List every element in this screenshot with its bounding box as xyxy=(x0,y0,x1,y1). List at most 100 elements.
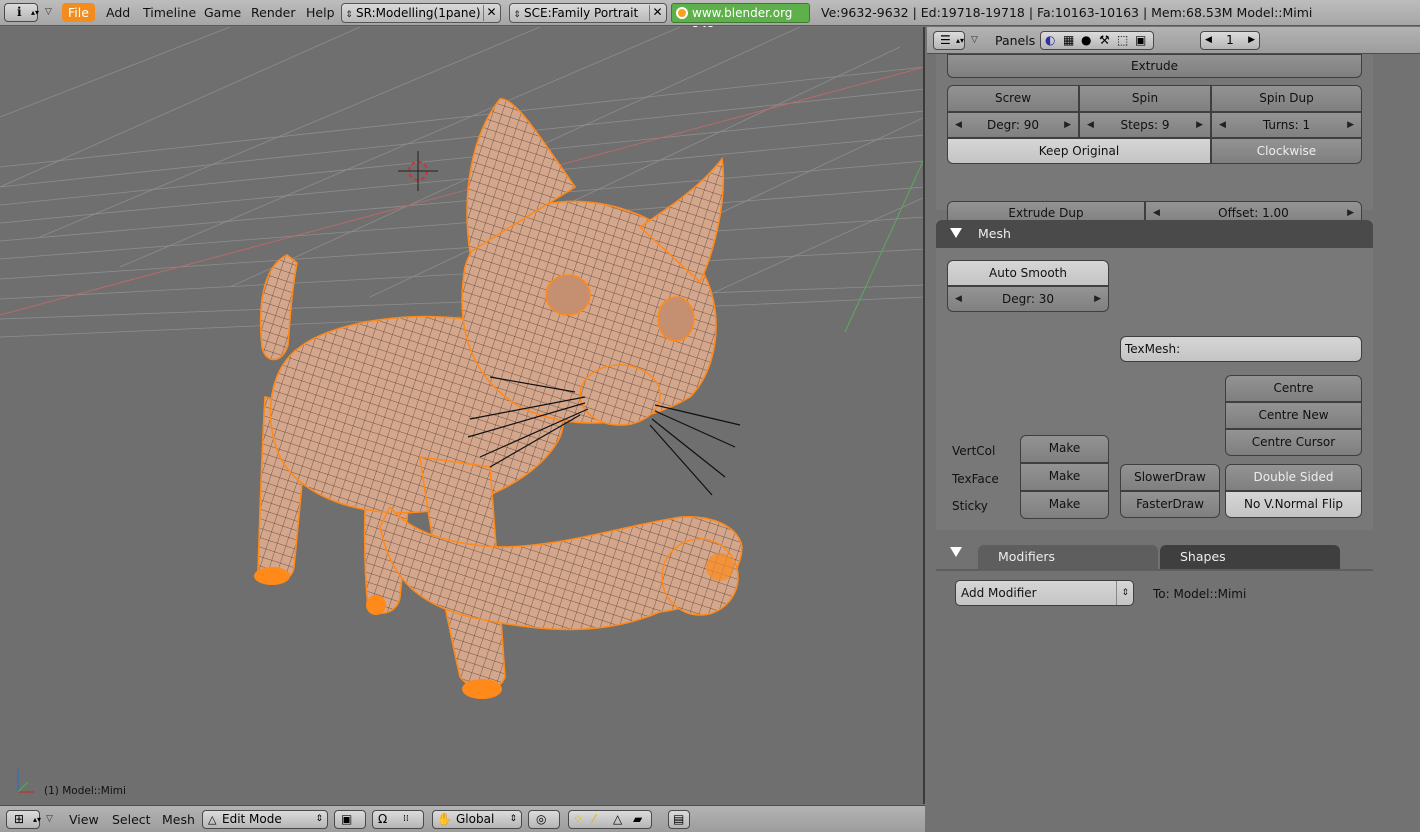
close-icon[interactable]: ✕ xyxy=(483,5,499,21)
object-icon[interactable]: ⚒ xyxy=(1099,32,1110,49)
add-modifier-dropdown[interactable]: Add Modifier ⇕ xyxy=(955,580,1134,606)
mode-selector[interactable]: △ Edit Mode ⇕ xyxy=(202,810,328,829)
editor-type-3d-button[interactable]: ⊞ ▴▾ xyxy=(6,810,41,829)
close-icon[interactable]: ✕ xyxy=(649,5,665,21)
collapse-menu-icon[interactable]: ▽ xyxy=(45,3,52,22)
smooth-degr-field[interactable]: ◀ Degr: 30 ▶ xyxy=(947,286,1109,312)
edit-mode-icon: △ xyxy=(208,813,217,826)
scene-icon[interactable]: ▣ xyxy=(1135,32,1146,49)
3d-viewport[interactable]: (1) Model::Mimi xyxy=(0,27,925,804)
tab-modifiers[interactable]: Modifiers xyxy=(978,545,1158,569)
logic-icon[interactable]: ◐ xyxy=(1045,32,1055,49)
screw-button[interactable]: Screw xyxy=(947,85,1079,112)
render-preview-button[interactable]: ▤ xyxy=(668,810,690,829)
menu-game[interactable]: Game xyxy=(204,3,241,22)
sticky-label: Sticky xyxy=(952,499,988,513)
slower-draw-button[interactable]: SlowerDraw xyxy=(1120,464,1220,491)
buttons-header: ☰ ▴▾ ▽ Panels ◐ ▦ ● ⚒ ⬚ ▣ ◀ 1 ▶ xyxy=(927,27,1420,54)
editor-type-info-button[interactable]: i ▴▾ xyxy=(4,3,40,22)
menu-add[interactable]: Add xyxy=(106,3,130,22)
occlude-icon[interactable]: ▰ xyxy=(633,811,642,828)
centre-button[interactable]: Centre xyxy=(1225,375,1362,402)
clockwise-toggle[interactable]: Clockwise xyxy=(1211,138,1362,164)
modifiers-body xyxy=(936,569,1373,832)
updown-icon: ⇕ xyxy=(315,814,323,824)
no-vnormal-flip-toggle[interactable]: No V.Normal Flip xyxy=(1225,491,1362,518)
modifiers-panel-header: Modifiers Shapes xyxy=(936,541,1373,569)
right-arrow-icon: ▶ xyxy=(1064,120,1071,130)
frame-number-field[interactable]: ◀ 1 ▶ xyxy=(1200,31,1260,50)
blender-url-badge[interactable]: www.blender.org 242 xyxy=(671,3,810,38)
editing-icon[interactable]: ⬚ xyxy=(1117,32,1128,49)
context-tabs[interactable]: ◐ ▦ ● ⚒ ⬚ ▣ xyxy=(1040,31,1154,50)
collapse-triangle-icon[interactable] xyxy=(950,228,962,238)
editor-type-buttons-button[interactable]: ☰ ▴▾ xyxy=(933,31,965,50)
viewport-canvas[interactable] xyxy=(0,27,925,804)
left-arrow-icon: ◀ xyxy=(1087,120,1094,130)
hand-icon: ✋ xyxy=(437,812,452,826)
faster-draw-button[interactable]: FasterDraw xyxy=(1120,491,1220,518)
degr-field[interactable]: ◀ Degr: 90 ▶ xyxy=(947,112,1079,138)
degr-value: Degr: 90 xyxy=(986,118,1040,132)
texface-make-button[interactable]: Make xyxy=(1020,463,1109,491)
tab-shapes[interactable]: Shapes xyxy=(1160,545,1340,569)
right-arrow-icon: ▶ xyxy=(1347,120,1354,130)
smooth-degr-value: Degr: 30 xyxy=(1001,292,1055,306)
pivot-selector[interactable]: Ω ⁞⁞ xyxy=(372,810,424,829)
modifiers-panel: Modifiers Shapes Add Modifier ⇕ To: Mode… xyxy=(936,541,1373,832)
script-icon[interactable]: ▦ xyxy=(1063,32,1074,49)
centre-cursor-button[interactable]: Centre Cursor xyxy=(1225,429,1362,456)
left-arrow-icon: ◀ xyxy=(955,294,962,304)
collapse-triangle-icon[interactable] xyxy=(950,547,962,557)
texmesh-field[interactable]: TexMesh: xyxy=(1120,336,1362,362)
double-sided-toggle[interactable]: Double Sided xyxy=(1225,464,1362,491)
collapse-menu-icon[interactable]: ▽ xyxy=(46,810,53,829)
mesh-panel-title: Mesh xyxy=(978,226,1011,241)
screen-selector[interactable]: ⇕ SR:Modelling(1pane) ✕ xyxy=(341,3,501,23)
texface-label: TexFace xyxy=(952,472,999,486)
mesh-panel-header[interactable]: Mesh xyxy=(936,220,1373,248)
spin-dup-button[interactable]: Spin Dup xyxy=(1211,85,1362,112)
menu-mesh[interactable]: Mesh xyxy=(162,810,195,829)
active-object-label: (1) Model::Mimi xyxy=(44,785,126,797)
scene-name: SCE:Family Portrait xyxy=(524,6,639,20)
sticky-make-button[interactable]: Make xyxy=(1020,491,1109,519)
modifier-target-label: To: Model::Mimi xyxy=(1153,587,1247,601)
menu-timeline[interactable]: Timeline xyxy=(143,3,196,22)
right-arrow-icon: ▶ xyxy=(1196,120,1203,130)
turns-value: Turns: 1 xyxy=(1262,118,1311,132)
frame-value: 1 xyxy=(1226,33,1234,47)
spin-button[interactable]: Spin xyxy=(1079,85,1211,112)
centre-new-button[interactable]: Centre New xyxy=(1225,402,1362,429)
scene-selector[interactable]: ⇕ SCE:Family Portrait ✕ xyxy=(509,3,667,23)
draw-type-selector[interactable]: ▣ xyxy=(334,810,366,829)
collapse-menu-icon[interactable]: ▽ xyxy=(971,31,978,50)
shading-icon[interactable]: ● xyxy=(1081,32,1091,49)
orientation-selector[interactable]: ✋ Global ⇕ xyxy=(432,810,522,829)
keep-original-toggle[interactable]: Keep Original xyxy=(947,138,1211,164)
mesh-panel: Mesh Auto Smooth ◀ Degr: 30 ▶ TexMesh: Cen… xyxy=(936,220,1373,530)
menu-select[interactable]: Select xyxy=(112,810,151,829)
cube-icon: ▣ xyxy=(341,812,353,826)
dots-icon: ⁞⁞ xyxy=(403,814,409,824)
select-mode-group[interactable]: ⁘ ⁄ △ ▰ xyxy=(568,810,652,829)
vertcol-make-button[interactable]: Make xyxy=(1020,435,1109,463)
menu-help[interactable]: Help xyxy=(306,3,335,22)
right-arrow-icon: ▶ xyxy=(1094,294,1101,304)
grid-icon: ⊞ xyxy=(14,812,25,826)
edge-select-icon[interactable]: ⁄ xyxy=(593,811,595,828)
proportional-edit-button[interactable]: ◎ xyxy=(528,810,560,829)
auto-smooth-toggle[interactable]: Auto Smooth xyxy=(947,260,1109,286)
blender-logo-icon xyxy=(676,7,688,19)
menu-render[interactable]: Render xyxy=(251,3,296,22)
steps-field[interactable]: ◀ Steps: 9 ▶ xyxy=(1079,112,1211,138)
extrude-button[interactable]: Extrude xyxy=(947,54,1362,78)
chevron-updown-icon: ▴▾ xyxy=(956,36,965,45)
face-select-icon[interactable]: △ xyxy=(613,811,622,828)
menu-file[interactable]: File xyxy=(62,3,95,22)
menu-view[interactable]: View xyxy=(69,810,99,829)
turns-field[interactable]: ◀ Turns: 1 ▶ xyxy=(1211,112,1362,138)
vertex-select-icon[interactable]: ⁘ xyxy=(573,811,583,828)
chevron-updown-icon: ▴▾ xyxy=(31,8,40,17)
info-icon: i xyxy=(17,5,22,19)
